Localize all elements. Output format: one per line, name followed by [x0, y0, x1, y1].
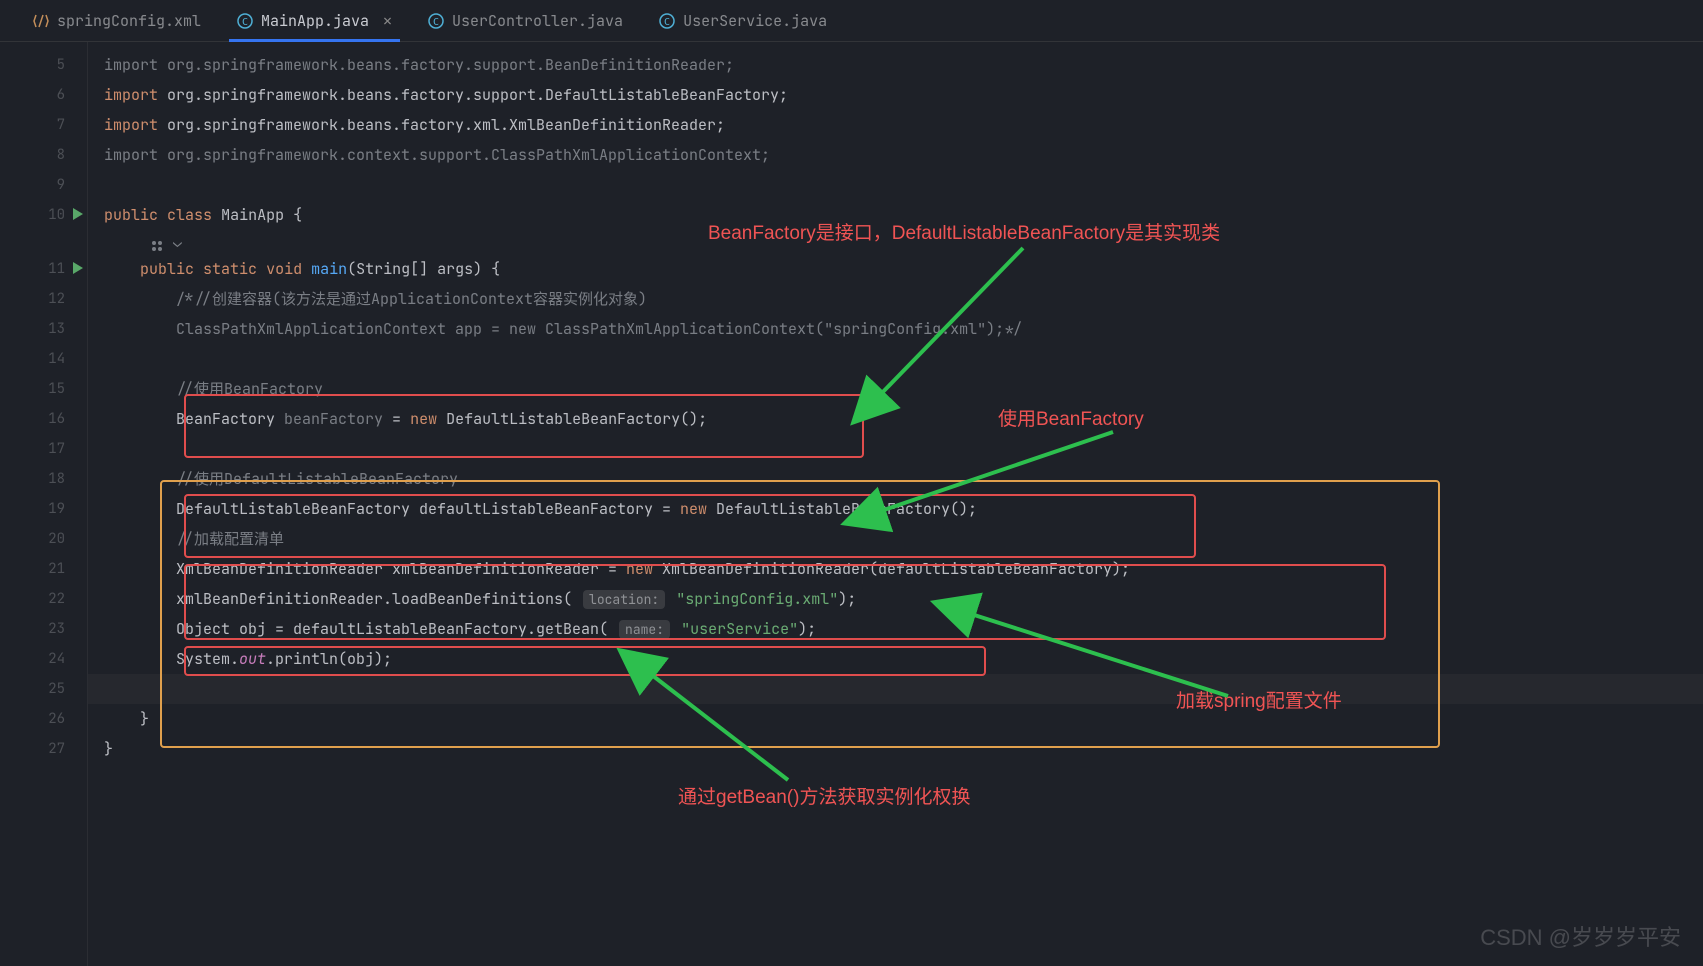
line-number: 7 [0, 110, 87, 140]
line-number: 24 [0, 644, 87, 674]
tab-usercontroller[interactable]: C UserController.java [410, 0, 641, 41]
svg-text:C: C [433, 17, 439, 28]
line-number: 23 [0, 614, 87, 644]
line-number: 9 [0, 170, 87, 200]
annotation-text: 加载spring配置文件 [1176, 686, 1342, 713]
tab-label: springConfig.xml [57, 11, 201, 31]
close-icon[interactable]: ✕ [383, 11, 392, 31]
line-number: 10 [0, 200, 87, 230]
code-area[interactable]: import org.springframework.beans.factory… [88, 42, 1703, 966]
line-number: 21 [0, 554, 87, 584]
parameter-hint: name: [619, 620, 670, 639]
line-number: 6 [0, 80, 87, 110]
line-number: 5 [0, 50, 87, 80]
inlay-gutter [0, 230, 87, 254]
line-number: 11 [0, 254, 87, 284]
tab-springconfig[interactable]: springConfig.xml [15, 0, 219, 41]
line-number: 17 [0, 434, 87, 464]
chevron-down-icon[interactable]: ⌄ [173, 232, 182, 252]
line-number: 8 [0, 140, 87, 170]
tab-mainapp[interactable]: C MainApp.java ✕ [219, 0, 410, 41]
class-file-icon: C [659, 13, 675, 29]
class-file-icon: C [237, 13, 253, 29]
line-gutter: 5 6 7 8 9 10 11 12 13 14 15 16 17 18 19 … [0, 42, 88, 966]
xml-file-icon [33, 13, 49, 29]
line-number: 13 [0, 314, 87, 344]
line-number: 26 [0, 704, 87, 734]
line-number: 22 [0, 584, 87, 614]
usages-icon[interactable] [150, 236, 164, 250]
class-file-icon: C [428, 13, 444, 29]
line-number: 27 [0, 734, 87, 764]
line-number: 18 [0, 464, 87, 494]
tab-userservice[interactable]: C UserService.java [641, 0, 845, 41]
line-number: 16 [0, 404, 87, 434]
annotation-text: 使用BeanFactory [998, 404, 1144, 431]
annotation-text: 通过getBean()方法获取实例化权换 [678, 782, 970, 809]
tab-label: UserService.java [683, 11, 827, 31]
editor-tabs: springConfig.xml C MainApp.java ✕ C User… [0, 0, 1703, 42]
annotation-text: BeanFactory是接口，DefaultListableBeanFactor… [708, 218, 1220, 245]
tab-label: UserController.java [452, 11, 623, 31]
line-number: 12 [0, 284, 87, 314]
run-gutter-icon[interactable] [73, 208, 83, 220]
svg-text:C: C [664, 17, 670, 28]
line-number: 19 [0, 494, 87, 524]
line-number: 25 [0, 674, 87, 704]
run-gutter-icon[interactable] [73, 262, 83, 274]
line-number: 20 [0, 524, 87, 554]
parameter-hint: location: [583, 590, 665, 609]
tab-label: MainApp.java [261, 11, 369, 31]
line-number: 15 [0, 374, 87, 404]
svg-text:C: C [242, 17, 248, 28]
line-number: 14 [0, 344, 87, 374]
editor-body: 5 6 7 8 9 10 11 12 13 14 15 16 17 18 19 … [0, 42, 1703, 966]
watermark: CSDN @岁岁岁平安 [1480, 920, 1681, 952]
